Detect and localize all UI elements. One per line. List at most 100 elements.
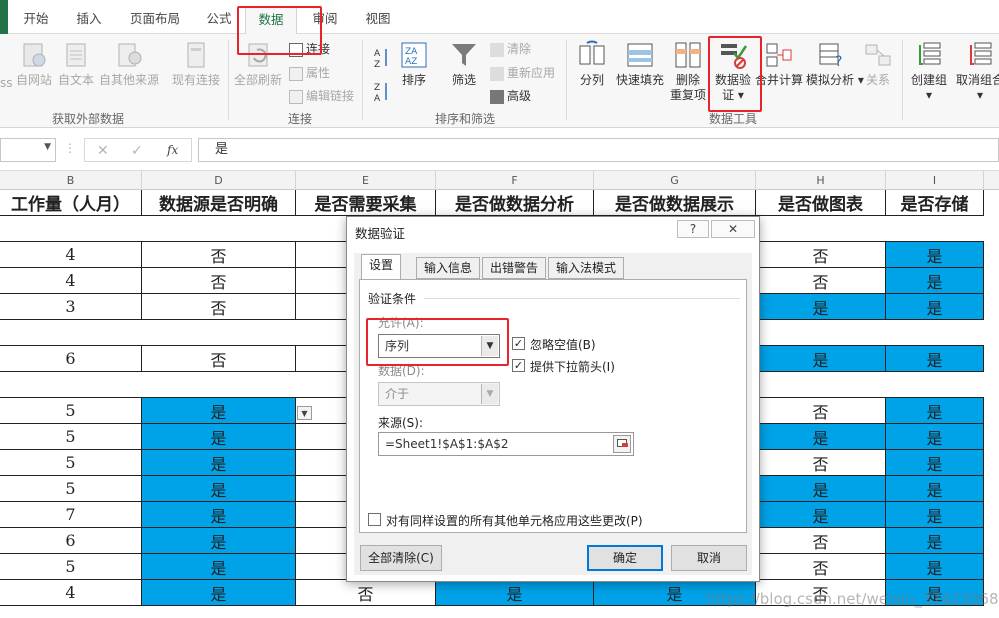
cell-b[interactable]: 7 (0, 502, 142, 528)
sort-az-button[interactable]: AZ (373, 46, 389, 73)
chevron-down-icon[interactable]: ▼ (481, 336, 498, 356)
data-validation-button[interactable]: 数据验证 ▾ (710, 40, 756, 103)
cell-d[interactable]: 是 (142, 476, 296, 502)
source-input[interactable]: =Sheet1!$A$1:$A$2 (378, 432, 634, 456)
tab-formulas[interactable]: 公式 (200, 8, 238, 30)
cancel-button[interactable]: 取消 (671, 545, 747, 571)
consolidate-button[interactable]: 合并计算 (754, 40, 804, 88)
cell-b[interactable]: 5 (0, 424, 142, 450)
connections-button[interactable]: 连接 (289, 40, 330, 57)
tab-insert[interactable]: 插入 (70, 8, 108, 30)
cell-h[interactable]: 是 (756, 346, 886, 372)
tab-input-message[interactable]: 输入信息 (416, 257, 481, 279)
cell-d[interactable]: 是 (142, 450, 296, 476)
tab-review[interactable]: 审阅 (305, 8, 345, 30)
tab-ime-mode[interactable]: 输入法模式 (548, 257, 625, 279)
cell-d[interactable] (142, 216, 296, 242)
cell-h[interactable] (756, 216, 886, 242)
chevron-down-icon[interactable]: ▼ (481, 384, 498, 404)
sort-button[interactable]: ZA AZ 排序 (396, 40, 432, 88)
cell-b[interactable]: 5 (0, 398, 142, 424)
column-header-b[interactable]: B (0, 171, 142, 190)
cell-d[interactable] (142, 320, 296, 346)
cell-i[interactable]: 是 (886, 398, 984, 424)
cell-d[interactable]: 是 (142, 554, 296, 580)
column-header-g[interactable]: G (594, 171, 756, 190)
header-cell[interactable]: 是否做数据展示 (594, 190, 756, 216)
cell-d[interactable] (142, 372, 296, 398)
cell-h[interactable]: 是 (756, 502, 886, 528)
file-tab-edge[interactable] (0, 0, 8, 34)
cell-b[interactable]: 3 (0, 294, 142, 320)
filter-button[interactable]: 筛选 (446, 40, 482, 88)
from-web-button[interactable]: 自网站 (14, 40, 54, 88)
cell-d[interactable]: 是 (142, 528, 296, 554)
cell-h[interactable]: 否 (756, 268, 886, 294)
cell-d[interactable]: 是 (142, 580, 296, 606)
existing-connections-button[interactable]: 现有连接 (168, 40, 224, 88)
cell-h[interactable]: 是 (756, 424, 886, 450)
cell-b[interactable]: 5 (0, 554, 142, 580)
cell-i[interactable]: 是 (886, 424, 984, 450)
column-header-h[interactable]: H (756, 171, 886, 190)
tab-error-alert[interactable]: 出错警告 (482, 257, 547, 279)
cell-h[interactable]: 否 (756, 450, 886, 476)
cell-i[interactable]: 是 (886, 476, 984, 502)
cell-e[interactable]: 否 (296, 580, 436, 606)
edit-links-button[interactable]: 编辑链接 (289, 87, 354, 104)
cell-b[interactable]: 6 (0, 528, 142, 554)
header-cell[interactable]: 是否做图表 (756, 190, 886, 216)
cell-h[interactable]: 否 (756, 242, 886, 268)
from-other-sources-button[interactable]: 自其他来源 (97, 40, 161, 88)
cell-i[interactable]: 是 (886, 528, 984, 554)
cell-i[interactable]: 是 (886, 294, 984, 320)
group-button[interactable]: 创建组 ▾ (906, 40, 952, 103)
help-button[interactable]: ? (677, 220, 709, 238)
what-if-analysis-button[interactable]: ? 模拟分析 ▾ (806, 40, 864, 88)
tab-data[interactable]: 数据 (245, 6, 297, 35)
cell-h[interactable]: 否 (756, 528, 886, 554)
cell-d[interactable]: 是 (142, 398, 296, 424)
tab-view[interactable]: 视图 (358, 8, 398, 30)
properties-button[interactable]: 属性 (289, 64, 330, 81)
clear-filter-button[interactable]: 清除 (490, 40, 531, 57)
header-cell[interactable]: 是否做数据分析 (436, 190, 594, 216)
relationships-button[interactable]: 关系 (860, 40, 896, 88)
cell-h[interactable]: 是 (756, 294, 886, 320)
header-cell[interactable]: 是否存储 (886, 190, 984, 216)
tab-home[interactable]: 开始 (18, 8, 54, 30)
cell-b[interactable] (0, 320, 142, 346)
cell-h[interactable]: 否 (756, 398, 886, 424)
close-button[interactable]: ✕ (711, 220, 755, 238)
cell-i[interactable] (886, 320, 984, 346)
column-header-d[interactable]: D (142, 171, 296, 190)
cell-b[interactable]: 6 (0, 346, 142, 372)
cell-d[interactable]: 否 (142, 294, 296, 320)
cell-b[interactable]: 4 (0, 580, 142, 606)
column-header-e[interactable]: E (296, 171, 436, 190)
text-to-columns-button[interactable]: 分列 (574, 40, 610, 88)
formula-input[interactable]: 是 (198, 138, 999, 162)
cell-h[interactable] (756, 320, 886, 346)
column-header-f[interactable]: F (436, 171, 594, 190)
clear-all-button[interactable]: 全部清除(C) (360, 545, 442, 571)
remove-duplicates-button[interactable]: 删除 重复项 (668, 40, 708, 103)
cell-i[interactable] (886, 372, 984, 398)
chevron-down-icon[interactable]: ▼ (44, 142, 51, 152)
insert-function-icon[interactable]: fx (167, 143, 178, 157)
cell-b[interactable]: 4 (0, 242, 142, 268)
in-cell-dropdown-checkbox[interactable]: ✓ (512, 359, 525, 372)
cell-d[interactable]: 否 (142, 242, 296, 268)
cell-b[interactable]: 4 (0, 268, 142, 294)
cell-d[interactable]: 是 (142, 424, 296, 450)
column-header-i[interactable]: I (886, 171, 984, 190)
reapply-button[interactable]: 重新应用 (490, 64, 555, 81)
apply-all-checkbox[interactable] (368, 513, 381, 526)
name-box[interactable]: ▼ (0, 138, 56, 162)
range-selector-icon[interactable] (613, 435, 631, 453)
cell-i[interactable]: 是 (886, 242, 984, 268)
cell-h[interactable]: 否 (756, 554, 886, 580)
cell-dropdown-arrow-icon[interactable]: ▼ (297, 406, 312, 420)
header-cell[interactable]: 工作量（人月） (0, 190, 142, 216)
ungroup-button[interactable]: 取消组合 ▾ (952, 40, 999, 103)
